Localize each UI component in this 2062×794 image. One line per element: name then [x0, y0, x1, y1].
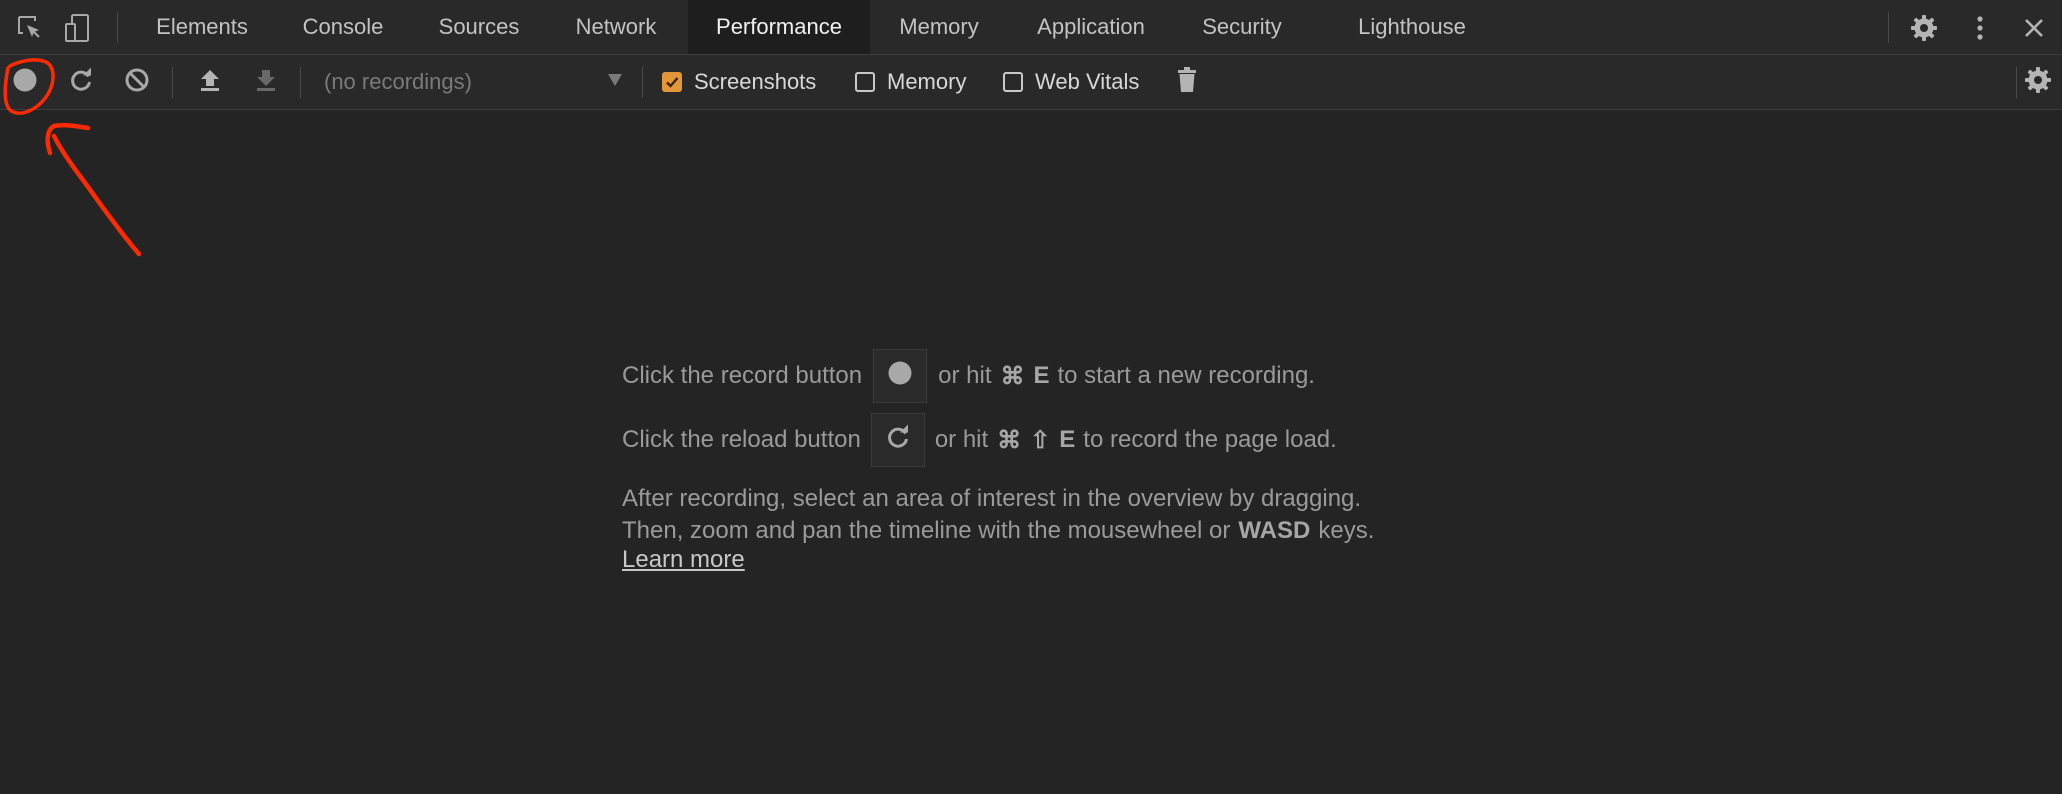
after-recording-line-2-end: keys. — [1318, 517, 1375, 544]
checkbox-box — [1003, 72, 1023, 92]
command-key-symbol: ⌘ — [997, 426, 1022, 454]
capture-settings-button[interactable] — [2016, 55, 2060, 109]
record-button[interactable] — [4, 55, 46, 109]
settings-gear-icon — [2023, 65, 2053, 100]
tab-lighthouse[interactable]: Lighthouse — [1318, 0, 1506, 54]
toolbar-separator — [172, 67, 173, 98]
recordings-select[interactable]: (no recordings) — [310, 61, 630, 103]
tab-elements[interactable]: Elements — [132, 0, 272, 54]
tab-bar-separator — [1888, 12, 1889, 43]
record-circle-icon — [887, 360, 913, 393]
toolbar-separator — [642, 67, 643, 98]
more-options-icon[interactable] — [1960, 0, 2000, 55]
settings-gear-icon[interactable] — [1902, 0, 1946, 55]
memory-checkbox-label: Memory — [887, 69, 967, 94]
devtools-tab-bar: Elements Console Sources Network Perform… — [0, 0, 2062, 55]
reload-record-button[interactable] — [60, 55, 102, 109]
shift-key-symbol: ⇧ — [1030, 426, 1051, 454]
tab-sources[interactable]: Sources — [414, 0, 544, 54]
reload-instruction: Click the reload button or hit ⌘ ⇧ E to … — [622, 412, 1337, 468]
trash-icon — [1176, 66, 1198, 99]
collect-garbage-button[interactable] — [1170, 55, 1204, 109]
load-profile-button[interactable] — [188, 55, 232, 109]
tab-application[interactable]: Application — [1008, 0, 1174, 54]
shortcut-key-e: E — [1033, 362, 1050, 389]
tab-performance[interactable]: Performance — [688, 0, 870, 54]
record-instruction-or: or hit — [938, 362, 992, 389]
wasd-keys: WASD — [1238, 517, 1311, 544]
inline-record-button[interactable] — [873, 349, 928, 403]
recordings-select-value: (no recordings) — [324, 69, 472, 94]
inline-reload-button[interactable] — [870, 413, 925, 467]
device-toolbar-icon[interactable] — [56, 0, 100, 55]
after-recording-line-2: Then, zoom and pan the timeline with the… — [622, 516, 1374, 546]
close-icon[interactable] — [2014, 0, 2054, 55]
record-instruction-end: to start a new recording. — [1057, 362, 1315, 389]
download-arrow-icon — [254, 67, 278, 98]
checkbox-box — [855, 72, 875, 92]
toolbar-separator — [300, 67, 301, 98]
tab-console[interactable]: Console — [272, 0, 414, 54]
inspect-element-icon[interactable] — [6, 0, 54, 55]
screenshots-checkbox-label: Screenshots — [694, 69, 817, 94]
reload-instruction-end: to record the page load. — [1083, 426, 1337, 453]
shortcut-key-e: E — [1059, 426, 1076, 453]
after-recording-line-2-text: Then, zoom and pan the timeline with the… — [622, 517, 1231, 544]
checkmark-icon — [662, 72, 682, 92]
tab-memory[interactable]: Memory — [870, 0, 1008, 54]
command-key-symbol: ⌘ — [1000, 362, 1025, 390]
record-instruction: Click the record button or hit ⌘ E to st… — [622, 348, 1315, 404]
performance-landing-page: Click the record button or hit ⌘ E to st… — [0, 110, 2062, 794]
record-instruction-text: Click the record button — [622, 362, 863, 389]
performance-toolbar: (no recordings) Screenshots Memory Web V… — [0, 55, 2062, 110]
reload-icon — [68, 67, 94, 98]
memory-checkbox[interactable]: Memory — [855, 55, 966, 109]
web-vitals-checkbox-label: Web Vitals — [1035, 69, 1140, 94]
tab-security[interactable]: Security — [1174, 0, 1310, 54]
reload-instruction-text: Click the reload button — [622, 426, 861, 453]
after-recording-line-1: After recording, select an area of inter… — [622, 485, 1362, 512]
web-vitals-checkbox[interactable]: Web Vitals — [1003, 55, 1139, 109]
clear-ban-icon — [124, 67, 150, 98]
chevron-down-icon — [608, 74, 622, 86]
reload-icon — [885, 424, 911, 457]
learn-more-link[interactable]: Learn more — [622, 546, 745, 574]
tab-bar-separator — [117, 12, 118, 43]
devtools-window: Elements Console Sources Network Perform… — [0, 0, 2062, 794]
reload-instruction-or: or hit — [934, 426, 989, 453]
tab-network[interactable]: Network — [544, 0, 688, 54]
upload-arrow-icon — [198, 67, 222, 98]
record-circle-icon — [12, 67, 38, 98]
save-profile-button[interactable] — [244, 55, 288, 109]
clear-button[interactable] — [116, 55, 158, 109]
screenshots-checkbox[interactable]: Screenshots — [662, 55, 816, 109]
